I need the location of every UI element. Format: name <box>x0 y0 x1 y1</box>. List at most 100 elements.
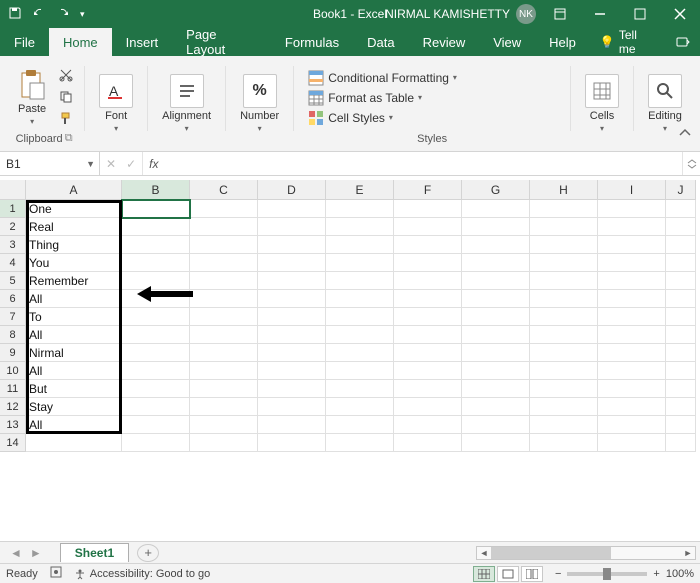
cell[interactable] <box>462 254 530 272</box>
new-sheet-icon[interactable]: + <box>137 544 159 562</box>
cell[interactable]: All <box>26 326 122 344</box>
cell[interactable] <box>190 434 258 452</box>
cell[interactable] <box>530 236 598 254</box>
cell[interactable] <box>666 416 696 434</box>
cell[interactable] <box>258 272 326 290</box>
sheet-tab[interactable]: Sheet1 <box>60 543 129 562</box>
cells-button[interactable]: Cells▾ <box>581 72 623 135</box>
format-as-table-button[interactable]: Format as Table▾ <box>304 89 461 107</box>
number-button[interactable]: %Number▾ <box>236 72 283 135</box>
tab-view[interactable]: View <box>479 28 535 56</box>
cell[interactable] <box>190 416 258 434</box>
cell[interactable]: Remember <box>26 272 122 290</box>
cell[interactable] <box>666 272 696 290</box>
collapse-ribbon-icon[interactable] <box>678 126 692 145</box>
cell[interactable] <box>326 326 394 344</box>
cell[interactable] <box>326 200 394 218</box>
cell[interactable] <box>258 362 326 380</box>
cell[interactable] <box>258 344 326 362</box>
tab-data[interactable]: Data <box>353 28 408 56</box>
cell[interactable] <box>394 236 462 254</box>
cell[interactable] <box>394 254 462 272</box>
cell[interactable]: Thing <box>26 236 122 254</box>
cell[interactable] <box>122 434 190 452</box>
cell[interactable] <box>190 308 258 326</box>
cell[interactable] <box>530 254 598 272</box>
column-header[interactable]: B <box>122 180 190 200</box>
cell[interactable] <box>122 398 190 416</box>
cell[interactable]: Nirmal <box>26 344 122 362</box>
name-box[interactable]: B1 ▼ <box>0 152 100 175</box>
cell[interactable]: To <box>26 308 122 326</box>
close-icon[interactable] <box>660 0 700 28</box>
cell[interactable] <box>530 416 598 434</box>
cell[interactable] <box>462 380 530 398</box>
cell[interactable] <box>462 344 530 362</box>
cell[interactable]: One <box>26 200 122 218</box>
cell[interactable] <box>122 236 190 254</box>
cell[interactable] <box>666 236 696 254</box>
cell[interactable] <box>326 236 394 254</box>
cell[interactable] <box>122 218 190 236</box>
cell[interactable] <box>666 434 696 452</box>
cell[interactable] <box>598 434 666 452</box>
font-button[interactable]: AFont▾ <box>95 72 137 135</box>
cell[interactable] <box>190 398 258 416</box>
row-header[interactable]: 6 <box>0 290 26 308</box>
cell[interactable] <box>122 362 190 380</box>
cell[interactable] <box>462 236 530 254</box>
cell[interactable] <box>190 272 258 290</box>
cell[interactable] <box>530 290 598 308</box>
cell[interactable] <box>666 218 696 236</box>
accessibility-status[interactable]: Accessibility: Good to go <box>74 568 210 580</box>
cell[interactable] <box>122 326 190 344</box>
tab-home[interactable]: Home <box>49 28 112 56</box>
column-header[interactable]: H <box>530 180 598 200</box>
dialog-launcher-icon[interactable]: ⧉ <box>65 132 73 145</box>
cell[interactable]: Real <box>26 218 122 236</box>
cell[interactable] <box>258 236 326 254</box>
zoom-slider[interactable] <box>567 572 647 576</box>
cell[interactable] <box>598 398 666 416</box>
cell[interactable] <box>26 434 122 452</box>
column-header[interactable]: J <box>666 180 696 200</box>
fx-label[interactable]: fx <box>143 152 164 175</box>
conditional-formatting-button[interactable]: Conditional Formatting▾ <box>304 69 461 87</box>
cell[interactable] <box>530 272 598 290</box>
cell[interactable] <box>190 380 258 398</box>
row-header[interactable]: 2 <box>0 218 26 236</box>
column-header[interactable]: E <box>326 180 394 200</box>
cell[interactable] <box>598 326 666 344</box>
cell[interactable] <box>258 380 326 398</box>
cell[interactable] <box>122 344 190 362</box>
tab-formulas[interactable]: Formulas <box>271 28 353 56</box>
cell[interactable] <box>598 344 666 362</box>
row-header[interactable]: 11 <box>0 380 26 398</box>
minimize-icon[interactable] <box>580 0 620 28</box>
cell[interactable]: All <box>26 290 122 308</box>
column-header[interactable]: A <box>26 180 122 200</box>
maximize-icon[interactable] <box>620 0 660 28</box>
cell[interactable] <box>190 218 258 236</box>
cell[interactable] <box>258 200 326 218</box>
cell[interactable] <box>394 398 462 416</box>
cell[interactable]: All <box>26 362 122 380</box>
cell[interactable]: All <box>26 416 122 434</box>
redo-icon[interactable] <box>56 6 70 23</box>
cell[interactable] <box>462 308 530 326</box>
cell[interactable] <box>666 290 696 308</box>
cell[interactable] <box>530 200 598 218</box>
cell[interactable] <box>462 272 530 290</box>
cell[interactable] <box>326 362 394 380</box>
format-painter-icon[interactable] <box>58 111 74 127</box>
select-all-corner[interactable] <box>0 180 26 200</box>
cell[interactable] <box>326 398 394 416</box>
cell[interactable] <box>190 254 258 272</box>
chevron-down-icon[interactable]: ▼ <box>86 159 95 169</box>
tell-me[interactable]: 💡 Tell me <box>590 28 665 56</box>
cell[interactable] <box>190 290 258 308</box>
undo-icon[interactable] <box>32 6 46 23</box>
row-header[interactable]: 10 <box>0 362 26 380</box>
cell[interactable] <box>530 398 598 416</box>
zoom-control[interactable]: − + 100% <box>555 568 694 580</box>
